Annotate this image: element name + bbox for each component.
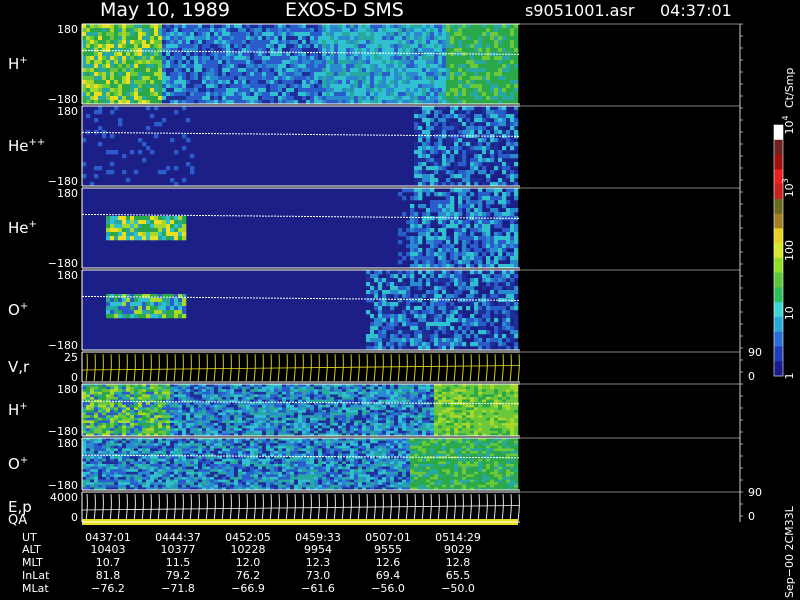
row-value: 76.2 — [236, 569, 261, 582]
row-value: 65.5 — [446, 569, 471, 582]
panel-label: H+ — [8, 55, 28, 73]
row-value: 10.7 — [96, 556, 121, 569]
right-tick-bottom: 0 — [748, 370, 755, 383]
colorbar-tick: 103 — [781, 178, 796, 197]
footer-side-label: Sep−00 2CM33L — [783, 505, 796, 598]
right-tick-top: 90 — [748, 486, 762, 499]
y-tick-top: 180 — [57, 105, 78, 118]
y-tick-bottom: 0 — [71, 511, 78, 524]
colorbar-swatch — [774, 198, 783, 215]
panel-4 — [81, 353, 521, 382]
y-tick-top: 180 — [57, 269, 78, 282]
exos-d-sms-plot: May 10, 1989 EXOS-D SMS s9051001.asr 04:… — [8, 0, 796, 598]
plot-mission: EXOS-D SMS — [285, 0, 404, 21]
panel-0 — [81, 24, 521, 105]
row-value: −71.8 — [161, 582, 195, 595]
panel-5 — [82, 384, 521, 437]
panel-label: He++ — [8, 137, 45, 155]
y-tick-top: 180 — [57, 383, 78, 396]
colorbar-swatch — [774, 257, 783, 274]
colorbar-unit: Ct/Smp — [783, 68, 796, 108]
y-tick-top: 180 — [57, 23, 78, 36]
y-tick-top: 4000 — [50, 491, 78, 504]
row-value: 9029 — [444, 543, 472, 556]
colorbar-swatch — [774, 361, 783, 377]
row-value: 10228 — [231, 543, 266, 556]
colorbar-swatch — [774, 346, 783, 362]
panel-6 — [82, 438, 521, 491]
panel-label: O+ — [8, 301, 28, 319]
colorbar-swatch — [774, 331, 783, 347]
panel-3 — [81, 270, 521, 351]
row-value: −61.6 — [301, 582, 335, 595]
row-value: 81.8 — [96, 569, 121, 582]
row-name: ALT — [22, 543, 41, 556]
row-value: 12.8 — [446, 556, 471, 569]
colorbar-tick: 100 — [783, 240, 796, 261]
row-value: 9954 — [304, 543, 332, 556]
plot-file: s9051001.asr — [525, 1, 635, 20]
colorbar-swatch — [774, 287, 783, 303]
panel-7 — [81, 493, 521, 522]
colorbar-tick: 104 — [781, 115, 796, 134]
row-value: −66.9 — [231, 582, 265, 595]
row-value: 9555 — [374, 543, 402, 556]
row-value: 69.4 — [376, 569, 401, 582]
right-tick-top: 90 — [748, 346, 762, 359]
panel-label: He+ — [8, 219, 37, 237]
row-name: MLat — [22, 582, 49, 595]
row-value: 11.5 — [166, 556, 191, 569]
colorbar: 1 10 100 103 104 — [773, 115, 796, 380]
ephemeris-table: UT 0437:01 0444:37 0452:05 0459:33 0507:01 051… — [22, 531, 481, 595]
colorbar-swatch — [774, 302, 783, 318]
plot-time: 04:37:01 — [660, 1, 732, 20]
row-name: MLT — [22, 556, 43, 569]
row-value: 10403 — [91, 543, 126, 556]
panels — [81, 24, 521, 525]
colorbar-swatch — [774, 139, 783, 156]
right-tick-bottom: 0 — [748, 510, 755, 523]
y-tick-top: 180 — [57, 437, 78, 450]
colorbar-swatch — [774, 213, 783, 229]
row-value: 12.6 — [376, 556, 401, 569]
panel-label: O+ — [8, 455, 28, 473]
colorbar-swatch — [774, 125, 783, 141]
plot-date: May 10, 1989 — [100, 0, 230, 21]
colorbar-swatch — [774, 184, 783, 200]
qa-label: QA — [8, 513, 27, 528]
row-name: InLat — [22, 569, 50, 582]
panel-label: V,r — [8, 358, 30, 376]
colorbar-swatch — [774, 243, 783, 259]
row-value: 12.0 — [236, 556, 261, 569]
y-tick-top: 180 — [57, 187, 78, 200]
colorbar-tick: 1 — [783, 373, 796, 380]
row-value: −56.0 — [371, 582, 405, 595]
colorbar-swatch — [774, 272, 783, 288]
panel-1 — [81, 106, 521, 187]
row-value: −76.2 — [91, 582, 125, 595]
colorbar-swatch — [774, 228, 783, 244]
row-value: −50.0 — [441, 582, 475, 595]
row-value: 73.0 — [306, 569, 331, 582]
y-tick-top: 25 — [64, 351, 78, 364]
panel-2 — [81, 188, 521, 269]
row-value: 79.2 — [166, 569, 191, 582]
row-value: 10377 — [161, 543, 196, 556]
colorbar-tick: 10 — [783, 306, 796, 320]
colorbar-swatch — [774, 154, 783, 170]
colorbar-swatch — [774, 316, 783, 333]
panel-label: H+ — [8, 401, 28, 419]
row-value: 12.3 — [306, 556, 331, 569]
